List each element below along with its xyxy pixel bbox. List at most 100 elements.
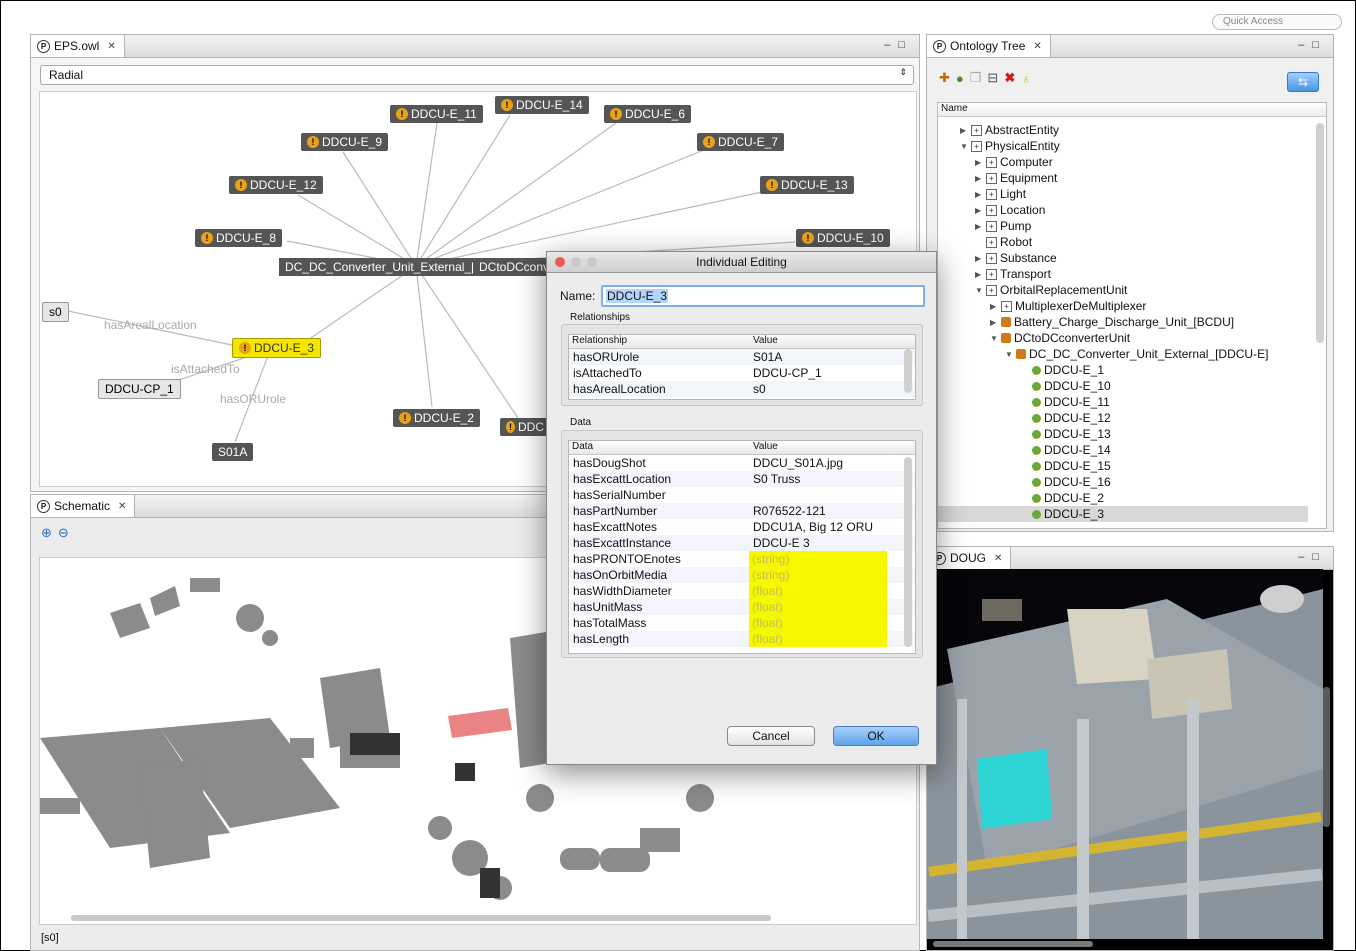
tree-item-orbital-replacement-unit[interactable]: ▼ + OrbitalReplacementUnit [975,282,1127,298]
tree-item-ddcu-e-10[interactable]: DDCU-E_10 [1032,378,1111,394]
collapsed-arrow-icon[interactable]: ▶ [975,254,983,263]
collapsed-arrow-icon[interactable]: ▶ [960,126,968,135]
ok-button[interactable]: OK [833,726,919,746]
minimize-window-icon[interactable] [571,257,581,267]
tree-item-ddcu-e-1[interactable]: DDCU-E_1 [1032,362,1104,378]
expanded-arrow-icon[interactable]: ▼ [1005,350,1013,359]
table-row[interactable]: hasOnOrbitMedia (string) [569,567,915,583]
tree-item-equipment[interactable]: ▶ + Equipment [975,170,1057,186]
graph-node-ddcu-e-3[interactable]: ! DDCU-E_3 [232,338,322,358]
cancel-button[interactable]: Cancel [727,726,815,746]
close-icon[interactable]: ✕ [118,501,126,512]
tab-doug[interactable]: P DOUG ✕ [927,547,1012,569]
graph-node-ddcu-e-2[interactable]: ! DDCU-E_2 [393,409,481,427]
tree-item-ddcu-e-11[interactable]: DDCU-E_11 [1032,394,1110,410]
data-value-empty[interactable]: (string) [749,551,887,567]
collapsed-arrow-icon[interactable]: ▶ [975,158,983,167]
tab-schematic[interactable]: P Schematic ✕ [31,495,136,517]
table-row[interactable]: hasORUrole S01A [569,349,915,365]
lightbulb-icon[interactable]: ♁ [1021,71,1031,86]
graph-node-ddcu-e-9[interactable]: ! DDCU-E_9 [301,133,389,151]
zoom-window-icon[interactable] [587,257,597,267]
data-value[interactable]: S0 Truss [753,472,800,486]
table-row[interactable]: hasUnitMass (float) [569,599,915,615]
tree-view[interactable]: Name ▶ + AbstractEntity ▼ + PhysicalEntity ▶… [937,102,1327,529]
delete-icon[interactable]: ✖ [1004,70,1015,86]
table-row[interactable]: isAttachedTo DDCU-CP_1 [569,365,915,381]
tree-scrollbar[interactable] [1316,123,1324,343]
collapsed-arrow-icon[interactable]: ▶ [990,302,998,311]
tree-item-ddcu-e-3-selected[interactable]: DDCU-E_3 [938,506,1308,522]
relationships-scrollbar[interactable] [904,349,912,393]
data-value[interactable]: DDCU_S01A.jpg [753,456,843,470]
graph-node-ddcu-e-11[interactable]: ! DDCU-E_11 [390,105,483,123]
data-value-empty[interactable]: (string) [749,567,887,583]
doug-hscrollbar[interactable] [933,941,1093,947]
graph-node-ddcu-e-13[interactable]: ! DDCU-E_13 [760,176,854,194]
graph-node-ddcu-e-14[interactable]: ! DDCU-E_14 [495,96,589,114]
tree-item-ddcu-e-15[interactable]: DDCU-E_15 [1032,458,1111,474]
table-row[interactable]: hasDougShot DDCU_S01A.jpg [569,455,915,471]
tree-item-transport[interactable]: ▶ + Transport [975,266,1051,282]
graph-node-ddcu-e-7[interactable]: ! DDCU-E_7 [697,133,785,151]
graph-node-s01a[interactable]: S01A [212,443,254,461]
add-individual-icon[interactable]: ● [956,71,964,86]
data-value-empty[interactable]: (float) [749,599,887,615]
expanded-arrow-icon[interactable]: ▼ [990,334,998,343]
tree-item-multiplexer[interactable]: ▶ + MultiplexerDeMultiplexer [990,298,1146,314]
graph-node-center[interactable]: DC_DC_Converter_Unit_External_[ [279,258,481,276]
table-row[interactable]: hasWidthDiameter (float) [569,583,915,599]
zoom-in-icon[interactable]: ⊕ [41,525,52,541]
copy-icon[interactable]: ❐ [970,70,982,86]
table-row[interactable]: hasExcattNotes DDCU1A, Big 12 ORU [569,519,915,535]
tree-item-abstract-entity[interactable]: ▶ + AbstractEntity [960,122,1059,138]
graph-node-ddcu-cp-1[interactable]: DDCU-CP_1 [98,379,181,399]
table-row[interactable]: hasArealLocation s0 [569,381,915,397]
collapsed-arrow-icon[interactable]: ▶ [975,206,983,215]
tree-item-location[interactable]: ▶ + Location [975,202,1045,218]
tree-item-ddcu-e-2[interactable]: DDCU-E_2 [1032,490,1104,506]
data-value-empty[interactable]: (float) [749,631,887,647]
table-row[interactable]: hasExcattLocation S0 Truss [569,471,915,487]
tree-item-pump[interactable]: ▶ + Pump [975,218,1031,234]
data-value-empty[interactable]: (float) [749,615,887,631]
tree-item-light[interactable]: ▶ + Light [975,186,1026,202]
graph-node-ddcu-e-6[interactable]: ! DDCU-E_6 [604,105,692,123]
data-value[interactable]: DDCU1A, Big 12 ORU [753,520,873,534]
tree-item-ddcu-e-13[interactable]: DDCU-E_13 [1032,426,1111,442]
data-table[interactable]: Data Value hasDougShot DDCU_S01A.jpg hasE… [568,440,916,654]
table-row[interactable]: hasTotalMass (float) [569,615,915,631]
tree-item-ddcu-e-14[interactable]: DDCU-E_14 [1032,442,1111,458]
add-class-icon[interactable]: ✚ [939,70,950,86]
data-value-empty[interactable]: (float) [749,583,887,599]
data-value[interactable]: DDCU-E 3 [753,536,810,550]
collapsed-arrow-icon[interactable]: ▶ [975,174,983,183]
graph-node-ddcu-e-8[interactable]: ! DDCU-E_8 [195,229,283,247]
table-row[interactable]: hasSerialNumber [569,487,915,503]
close-icon[interactable]: ✕ [1033,41,1041,52]
collapsed-arrow-icon[interactable]: ▶ [975,190,983,199]
table-row[interactable]: hasPRONTOEnotes (string) [569,551,915,567]
tree-item-physical-entity[interactable]: ▼ + PhysicalEntity [960,138,1060,154]
window-controls[interactable]: –□ [1298,551,1327,563]
tree-item-ddcu-e-class[interactable]: ▼ DC_DC_Converter_Unit_External_[DDCU-E] [1005,346,1268,362]
tree-item-dctodc-converter-unit[interactable]: ▼ DCtoDCconverterUnit [990,330,1130,346]
zoom-out-icon[interactable]: ⊖ [58,525,69,541]
tree-item-ddcu-e-16[interactable]: DDCU-E_16 [1032,474,1111,490]
table-row[interactable]: hasLength (float) [569,631,915,647]
schematic-hscrollbar[interactable] [71,915,771,921]
tree-item-computer[interactable]: ▶ + Computer [975,154,1053,170]
graph-node-ddcu-e-10[interactable]: ! DDCU-E_10 [796,229,890,247]
graph-node-ddc-partial[interactable]: ! DDC [500,418,550,436]
doug-3d-view[interactable] [927,569,1323,939]
collapsed-arrow-icon[interactable]: ▶ [975,270,983,279]
close-icon[interactable]: ✕ [994,553,1002,564]
graph-node-s0[interactable]: s0 [42,302,69,322]
expanded-arrow-icon[interactable]: ▼ [960,142,968,151]
expanded-arrow-icon[interactable]: ▼ [975,286,983,295]
table-row[interactable]: hasPartNumber R076522-121 [569,503,915,519]
tree-item-ddcu-e-12[interactable]: DDCU-E_12 [1032,410,1111,426]
tab-ontology-tree[interactable]: P Ontology Tree ✕ [927,35,1051,57]
doug-scrollbar[interactable] [1323,687,1330,827]
data-scrollbar[interactable] [904,457,912,647]
